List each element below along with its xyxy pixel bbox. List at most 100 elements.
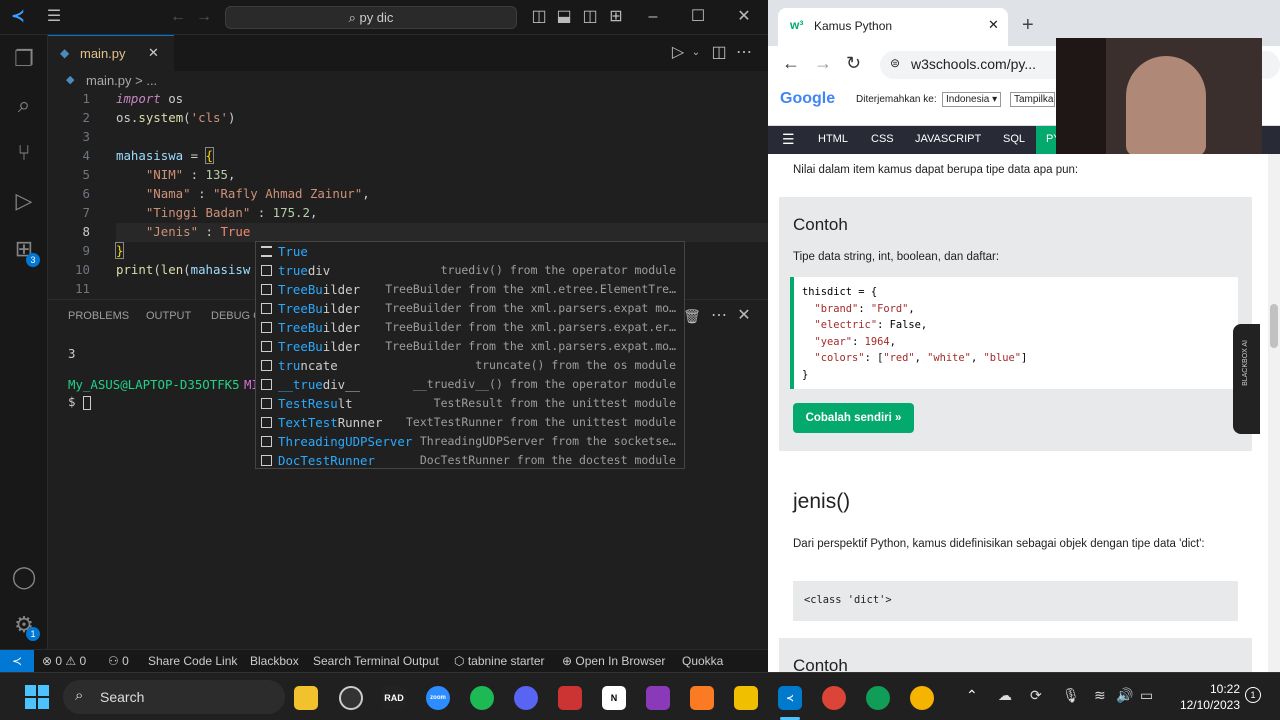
remote-icon[interactable]: ≺ [0, 650, 34, 672]
code-line: "Jenis" : True [145, 224, 251, 239]
forward-arrow-icon[interactable]: → [194, 7, 214, 27]
ports-status[interactable]: ⚇ 0 [108, 654, 129, 668]
suggestion-item[interactable]: TreeBuilder TreeBuilder from the xml.etre… [256, 280, 684, 299]
winrar-icon[interactable] [558, 686, 582, 710]
notification-icon[interactable]: 1 [1245, 687, 1261, 703]
scrollbar-thumb[interactable] [1270, 304, 1278, 348]
tab-debug-console[interactable]: DEBUG C [211, 310, 261, 322]
toggle-panel-icon[interactable]: ⬓ [554, 7, 574, 27]
sync-icon[interactable]: ⟳ [1030, 687, 1042, 704]
maximize-icon[interactable]: ☐ [688, 7, 708, 27]
wifi-icon[interactable]: ≋ [1094, 687, 1106, 704]
tab-problems[interactable]: PROBLEMS [68, 310, 129, 322]
close-window-icon[interactable]: ✕ [734, 7, 754, 27]
suggestion-item[interactable]: truncate truncate() from the os module [256, 356, 684, 375]
new-tab-icon[interactable]: + [1022, 14, 1034, 37]
open-in-browser[interactable]: ⊕ Open In Browser [562, 654, 665, 668]
suggestion-item[interactable]: True [256, 242, 684, 261]
run-debug-icon[interactable]: ▷ [10, 187, 38, 215]
explorer-icon[interactable]: ❐ [10, 45, 38, 73]
chrome-profile-icon[interactable] [866, 686, 890, 710]
hamburger-menu-icon[interactable]: ☰ [782, 131, 795, 148]
notion-icon[interactable]: N [602, 686, 626, 710]
rad-app-icon[interactable]: RAD [382, 686, 406, 710]
spotify-icon[interactable] [470, 686, 494, 710]
show-hidden-icons[interactable]: ⌃ [966, 687, 978, 704]
nav-css[interactable]: CSS [871, 133, 894, 145]
page-scrollbar[interactable] [1268, 154, 1280, 672]
tab-kamus-python[interactable]: w³ Kamus Python ✕ [778, 8, 1008, 46]
discord-icon[interactable] [514, 686, 538, 710]
suggestion-item[interactable]: TreeBuilder TreeBuilder from the xml.pars… [256, 299, 684, 318]
blackbox-status[interactable]: Blackbox [250, 654, 299, 668]
minimize-icon[interactable]: – [643, 7, 663, 27]
obs-icon[interactable] [339, 686, 363, 710]
search-icon[interactable]: ⌕ [10, 91, 38, 119]
chrome-profile-2-icon[interactable] [910, 686, 934, 710]
battery-icon[interactable]: ▭ [1140, 687, 1153, 704]
volume-icon[interactable]: 🔊 [1116, 687, 1133, 704]
microphone-icon[interactable]: 🎙 [1062, 687, 1080, 704]
forward-arrow-icon[interactable]: → [814, 53, 832, 74]
tab-main-py[interactable]: ◆ main.py ✕ [48, 35, 174, 71]
autocomplete-suggestions[interactable]: True truediv truediv() from the operator m… [255, 241, 685, 469]
share-code-link[interactable]: Share Code Link [148, 654, 237, 668]
windows-start-icon[interactable] [25, 685, 49, 709]
reload-icon[interactable]: ↻ [846, 53, 861, 74]
search-terminal-output[interactable]: Search Terminal Output [313, 654, 439, 668]
close-panel-icon[interactable]: ✕ [734, 306, 754, 326]
toggle-secondary-sidebar-icon[interactable]: ◫ [580, 7, 600, 27]
symbol-icon [261, 436, 272, 447]
back-arrow-icon[interactable]: ← [168, 7, 188, 27]
run-dropdown-icon[interactable]: ⌄ [686, 43, 706, 63]
more-actions-icon[interactable]: ⋯ [734, 43, 754, 63]
more-actions-icon[interactable]: ⋯ [709, 306, 729, 326]
trash-icon[interactable]: 🗑 [682, 306, 702, 326]
toggle-sidebar-icon[interactable]: ◫ [529, 7, 549, 27]
clock[interactable]: 10:22 12/10/2023 [1170, 681, 1240, 713]
nav-sql[interactable]: SQL [1003, 133, 1025, 145]
source-control-icon[interactable]: ⑂ [10, 139, 38, 167]
suggestion-item[interactable]: ThreadingUDPServer ThreadingUDPServer fro… [256, 432, 684, 451]
suggestion-item[interactable]: TestResult TestResult from the unittest m… [256, 394, 684, 413]
back-arrow-icon[interactable]: ← [782, 53, 800, 74]
file-explorer-icon[interactable] [294, 686, 318, 710]
layout-icon[interactable]: ⊞ [606, 7, 626, 27]
search-icon: ⌕ [75, 687, 84, 704]
tab-output[interactable]: OUTPUT [146, 310, 191, 322]
suggestion-item[interactable]: __truediv__ __truediv__() from the operat… [256, 375, 684, 394]
try-it-yourself-button[interactable]: Cobalah sendiri » [793, 403, 914, 433]
chrome-icon[interactable] [822, 686, 846, 710]
site-info-icon[interactable]: ⊜ [890, 56, 900, 70]
command-center[interactable]: ⌕ py dic [225, 6, 517, 29]
taskbar-search[interactable]: ⌕ Search [63, 680, 285, 714]
suggestion-item[interactable]: TreeBuilder TreeBuilder from the xml.pars… [256, 318, 684, 337]
close-tab-icon[interactable]: ✕ [988, 17, 999, 33]
show-original-button[interactable]: Tampilka [1010, 92, 1055, 107]
quokka-status[interactable]: Quokka [682, 654, 723, 668]
language-select[interactable]: Indonesia ▾ [942, 92, 1002, 107]
tabnine-status[interactable]: ⬡ tabnine starter [454, 654, 545, 668]
clapper-icon[interactable] [646, 686, 670, 710]
nav-html[interactable]: HTML [818, 133, 848, 145]
zoom-icon[interactable]: zoom [426, 686, 450, 710]
vscode-taskbar-icon[interactable]: ≺ [778, 686, 802, 710]
git-icon[interactable] [734, 686, 758, 710]
xampp-icon[interactable] [690, 686, 714, 710]
menu-icon[interactable]: ☰ [44, 7, 64, 27]
cloud-icon[interactable]: ☁ [998, 687, 1012, 704]
run-python-icon[interactable]: ▷ [668, 43, 688, 63]
suggestion-name: True [278, 244, 308, 259]
suggestion-item[interactable]: truediv truediv() from the operator modul… [256, 261, 684, 280]
accounts-icon[interactable]: ◯ [10, 563, 38, 591]
suggestion-item[interactable]: TreeBuilder TreeBuilder from the xml.pars… [256, 337, 684, 356]
close-tab-icon[interactable]: ✕ [148, 45, 159, 61]
suggestion-item[interactable]: TextTestRunner TextTestRunner from the un… [256, 413, 684, 432]
breadcrumb[interactable]: ◆ main.py > ... [48, 71, 768, 91]
intro-text: Nilai dalam item kamus dapat berupa tipe… [793, 164, 1079, 176]
split-editor-icon[interactable]: ◫ [709, 43, 729, 63]
nav-javascript[interactable]: JAVASCRIPT [915, 133, 981, 145]
suggestion-item[interactable]: DocTestRunner DocTestRunner from the doct… [256, 451, 684, 470]
problems-status[interactable]: ⊗ 0 ⚠ 0 [42, 654, 86, 668]
blackbox-ai-sidebar-tab[interactable]: BLACKBOX AI [1233, 324, 1260, 434]
